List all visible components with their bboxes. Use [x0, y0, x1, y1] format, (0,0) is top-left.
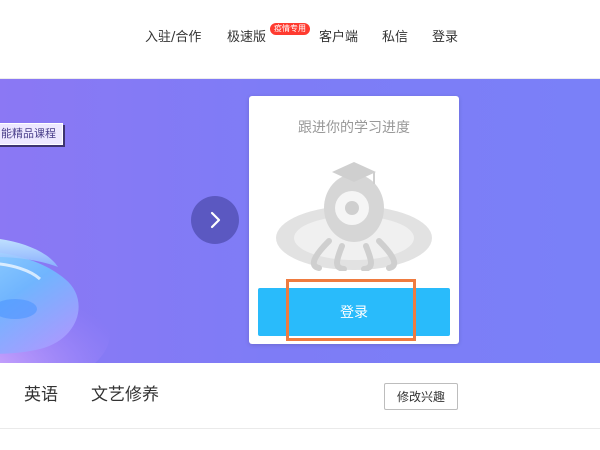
hero-banner: 能精品课程 跟进你的学习进度 登录 [0, 79, 600, 363]
top-nav: 入驻/合作 极速版 疫情专用 客户端 私信 登录 [0, 0, 600, 79]
banner-next-button[interactable] [191, 196, 239, 244]
epidemic-badge: 疫情专用 [269, 22, 311, 36]
modify-interests-button[interactable]: 修改兴趣 [384, 383, 458, 410]
course-tag: 能精品课程 [0, 123, 63, 145]
nav-item-login[interactable]: 登录 [432, 29, 458, 47]
nav-item-join[interactable]: 入驻/合作 [145, 29, 201, 47]
nav-item-messages[interactable]: 私信 [382, 29, 408, 47]
interest-bar: 英语 文艺修养 修改兴趣 [0, 364, 600, 429]
nav-item-lite-version[interactable]: 极速版 [227, 29, 266, 47]
page: 入驻/合作 极速版 疫情专用 客户端 私信 登录 能精品课程 跟进你的学习进度 … [0, 0, 600, 450]
login-button[interactable]: 登录 [258, 288, 450, 336]
nav-item-client[interactable]: 客户端 [319, 29, 358, 47]
progress-tip: 跟进你的学习进度 [298, 120, 410, 136]
banner-3d-art [0, 239, 110, 363]
chevron-right-icon [210, 211, 221, 229]
mascot-logo-icon [276, 162, 432, 271]
interest-tab-english[interactable]: 英语 [24, 383, 58, 407]
login-card: 跟进你的学习进度 登录 [249, 96, 459, 344]
interest-tab-arts[interactable]: 文艺修养 [91, 383, 159, 407]
